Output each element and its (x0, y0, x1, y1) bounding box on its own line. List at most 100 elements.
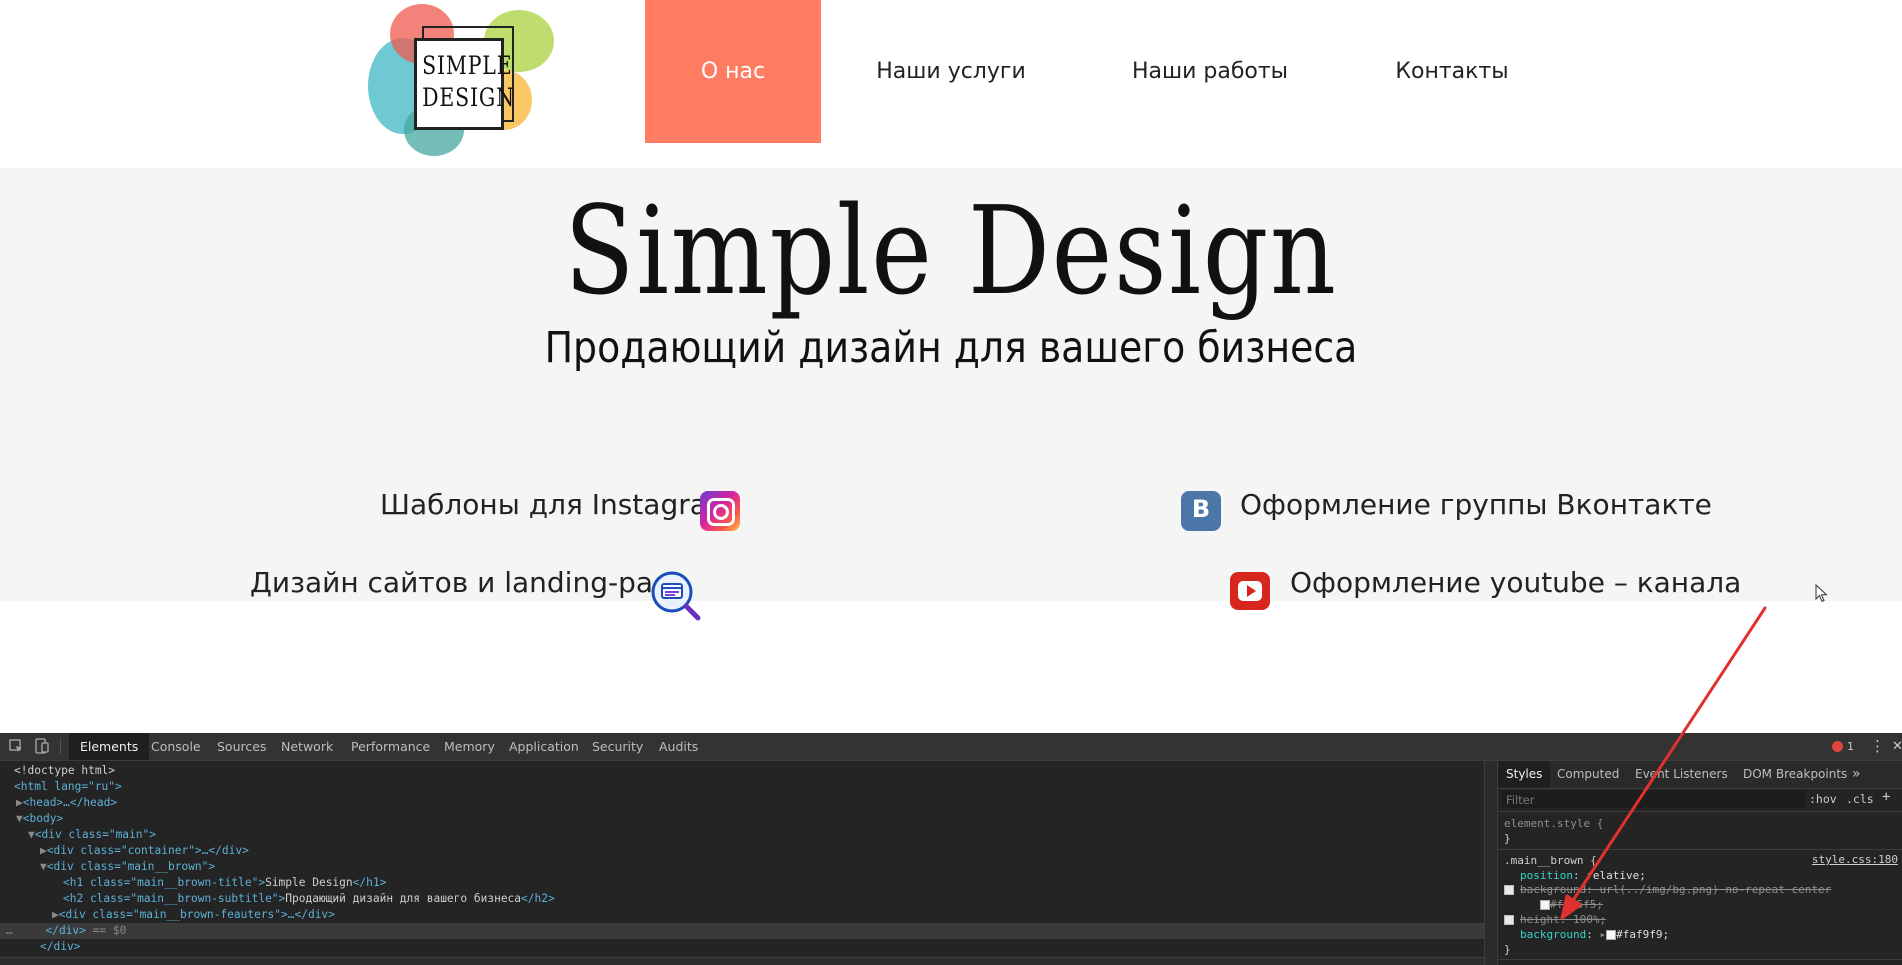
nav-about[interactable]: О нас (645, 0, 821, 143)
decl-height-prop: height (1520, 913, 1560, 926)
dom-node-main[interactable]: ▼<div class="main"> (0, 827, 1484, 843)
tab-elements[interactable]: Elements (69, 733, 150, 760)
tab-application[interactable]: Application (498, 733, 590, 760)
dom-node-container[interactable]: ▶<div class="container">…</div> (0, 843, 1484, 859)
tab-audits[interactable]: Audits (648, 733, 709, 760)
doctype-text: <!doctype html> (14, 764, 116, 777)
decl-position[interactable]: position: relative; (1520, 868, 1646, 883)
expand-triangle-icon[interactable]: ▶ (40, 844, 47, 857)
more-tabs-icon[interactable]: » (1844, 761, 1869, 788)
head-tag-text: <head>…</head> (22, 796, 118, 809)
decl-background-color[interactable]: #f5f5f5; (1540, 897, 1603, 912)
dom-node-main-brown[interactable]: ▼<div class="main__brown"> (0, 859, 1484, 875)
tab-dom-breakpoints[interactable]: DOM Breakpoints (1735, 761, 1855, 788)
vk-icon-glyph: В (1191, 495, 1211, 523)
instagram-icon-lens (713, 504, 729, 520)
decl-background-2[interactable]: background: ▸ #faf9f9; (1520, 927, 1669, 942)
new-rule-icon[interactable]: + (1882, 789, 1890, 805)
main-tag-text: <div class="main"> (34, 828, 156, 841)
hero-title: Simple Design (564, 180, 1338, 322)
error-icon[interactable] (1832, 741, 1843, 752)
device-toolbar-icon[interactable] (34, 738, 50, 754)
h2-text: Продающий дизайн для вашего бизнеса (285, 892, 522, 905)
hero-subtitle: Продающий дизайн для вашего бизнеса (544, 323, 1358, 373)
dom-node-h1[interactable]: <h1 class="main__brown-title">Simple Des… (0, 875, 1484, 891)
decl-background-value: url(../img/bg.png) no-repeat center (1599, 883, 1832, 896)
h2-close-tag: </h2> (521, 892, 555, 905)
decl-height[interactable]: height: 100%; (1520, 912, 1606, 927)
body-tag-text: <body> (22, 812, 64, 825)
tab-security[interactable]: Security (581, 733, 654, 760)
decl-position-prop: position (1520, 869, 1573, 882)
logo-text: SIMPLE DESIGN (422, 50, 515, 114)
close-tag-text: </div> (40, 940, 81, 953)
decl-background-url[interactable]: background: url(../img/bg.png) no-repeat… (1520, 882, 1831, 897)
hero-section: Simple Design Продающий дизайн для вашег… (0, 168, 1902, 601)
collapse-triangle-icon[interactable]: ▼ (16, 812, 23, 825)
expand-value-icon[interactable]: ▸ (1599, 928, 1606, 941)
color-swatch[interactable] (1606, 930, 1617, 940)
tab-console[interactable]: Console (140, 733, 212, 760)
tab-memory[interactable]: Memory (433, 733, 506, 760)
decl-background-checkbox[interactable] (1504, 885, 1514, 895)
selected-marker: == $0 (92, 924, 127, 937)
feature-vk-label: Оформление группы Вконтакте (1240, 488, 1712, 521)
error-count[interactable]: 1 (1847, 733, 1854, 760)
element-style-selector[interactable]: element.style { (1504, 816, 1603, 831)
expand-triangle-icon[interactable]: ▶ (52, 908, 59, 921)
logo-line1: SIMPLE (422, 51, 513, 80)
logo-line2: DESIGN (422, 83, 515, 112)
rule-source-link[interactable]: style.css:180 (1812, 853, 1898, 866)
nav-services[interactable]: Наши услуги (870, 0, 1032, 143)
tab-computed[interactable]: Computed (1549, 761, 1627, 788)
hov-toggle[interactable]: :hov (1809, 792, 1837, 806)
feauters-tag-text: <div class="main__brown-feauters">…</div… (58, 908, 335, 921)
dom-node-body[interactable]: ▼<body> (0, 811, 1484, 827)
nav-works[interactable]: Наши работы (1128, 0, 1292, 143)
youtube-icon (1230, 572, 1270, 610)
dom-node-head[interactable]: ▶<head>…</head> (0, 795, 1484, 811)
feature-instagram-label: Шаблоны для Instagram (380, 488, 735, 521)
tab-network[interactable]: Network (270, 733, 344, 760)
container-tag-text: <div class="container">…</div> (46, 844, 249, 857)
color-swatch[interactable] (1540, 900, 1550, 910)
rule-separator (1498, 959, 1902, 960)
rule-selector[interactable]: .main__brown { (1504, 853, 1597, 868)
inspect-element-icon[interactable] (8, 738, 24, 754)
close-devtools-icon[interactable]: ✕ (1892, 733, 1902, 760)
collapse-triangle-icon[interactable]: ▼ (28, 828, 35, 841)
dom-node-close[interactable]: </div> (0, 939, 1484, 955)
site-logo[interactable]: SIMPLE DESIGN (364, 0, 564, 168)
decl-height-checkbox[interactable] (1504, 915, 1514, 925)
decl-background-color-value: #f5f5f5; (1550, 898, 1603, 911)
tab-sources[interactable]: Sources (206, 733, 277, 760)
tab-performance[interactable]: Performance (340, 733, 441, 760)
styles-filter-input[interactable] (1502, 791, 1806, 808)
expand-triangle-icon[interactable]: ▶ (16, 796, 23, 809)
html-tag-text: <html lang="ru"> (14, 780, 122, 793)
dom-node-h2[interactable]: <h2 class="main__brown-subtitle">Продающ… (0, 891, 1484, 907)
decl-height-value: 100%; (1573, 913, 1607, 926)
devtools-tabbar: Elements Console Sources Network Perform… (0, 733, 1902, 761)
youtube-icon-play (1247, 585, 1256, 597)
decl-background-prop: background (1520, 883, 1587, 896)
feature-web-label: Дизайн сайтов и landing-page (250, 566, 689, 599)
dom-node-selected[interactable]: … </div> == $0 (0, 923, 1484, 939)
tab-event-listeners[interactable]: Event Listeners (1627, 761, 1736, 788)
site-header: SIMPLE DESIGN О нас Наши услуги Наши раб… (0, 0, 1902, 168)
more-options-icon[interactable]: ⋮ (1870, 733, 1885, 760)
ellipsis-icon[interactable]: … (6, 924, 19, 937)
dom-node-doctype[interactable]: <!doctype html> (0, 763, 1484, 779)
cls-toggle[interactable]: .cls (1846, 792, 1874, 806)
web-search-icon-svg (651, 571, 701, 621)
dom-node-html[interactable]: <html lang="ru"> (0, 779, 1484, 795)
breadcrumb-bar (0, 957, 1484, 965)
nav-contacts[interactable]: Контакты (1390, 0, 1514, 143)
web-search-icon (650, 570, 702, 622)
panel-splitter[interactable] (1484, 761, 1498, 965)
feature-youtube-label: Оформление youtube – канала (1290, 566, 1742, 599)
website-viewport: SIMPLE DESIGN О нас Наши услуги Наши раб… (0, 0, 1902, 733)
tab-styles[interactable]: Styles (1498, 761, 1551, 788)
collapse-triangle-icon[interactable]: ▼ (40, 860, 47, 873)
dom-node-feauters[interactable]: ▶<div class="main__brown-feauters">…</di… (0, 907, 1484, 923)
